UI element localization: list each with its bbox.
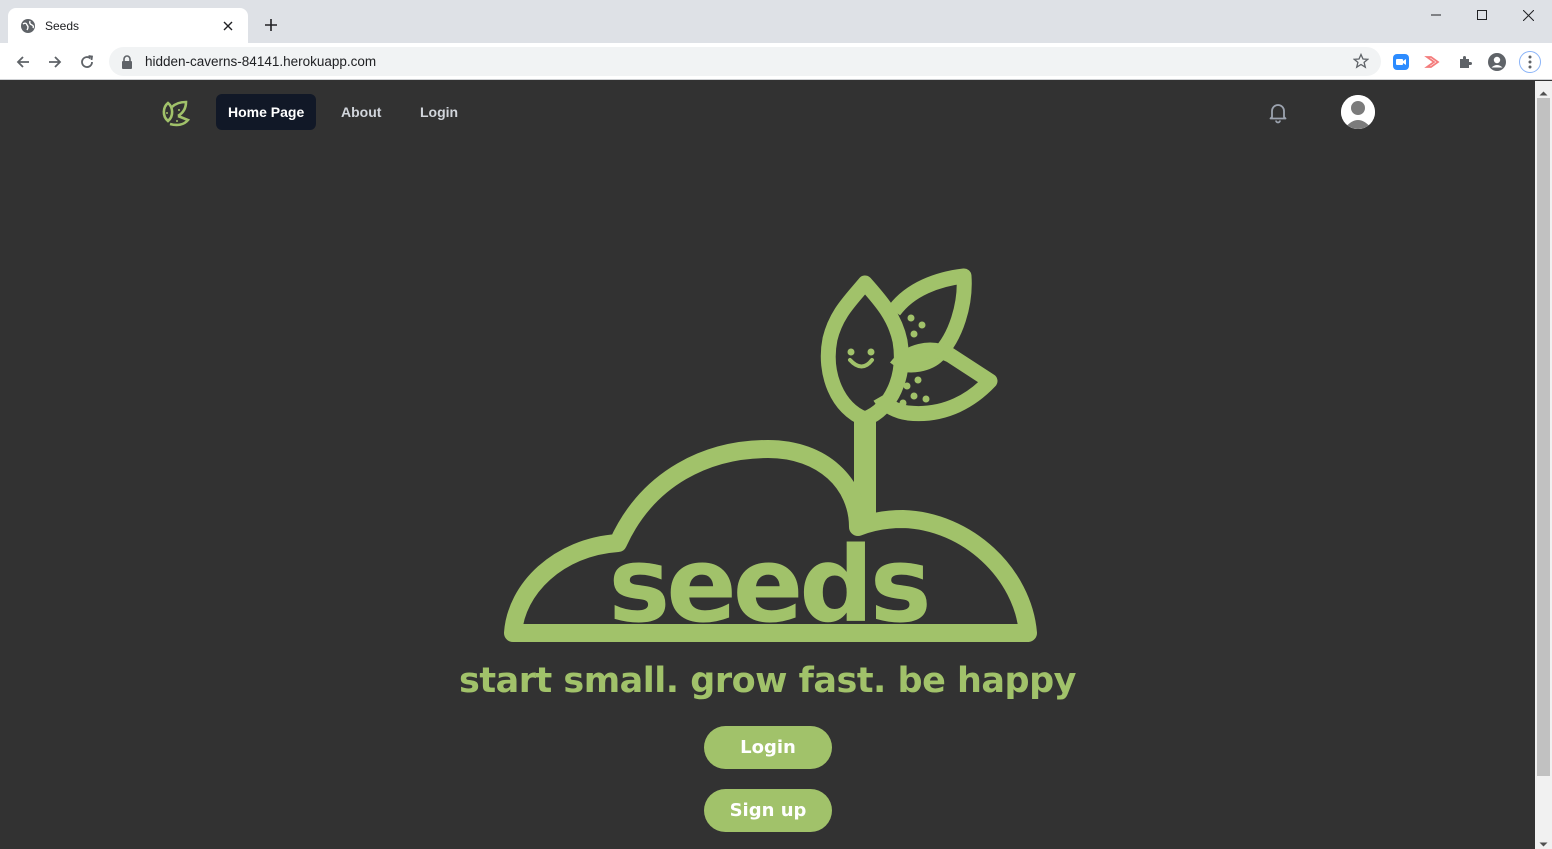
zoom-extension-icon[interactable]	[1391, 52, 1411, 72]
page-scrollbar[interactable]	[1535, 81, 1552, 849]
seeds-logo-icon[interactable]	[158, 96, 192, 130]
back-arrow-icon[interactable]	[10, 49, 36, 75]
forward-arrow-icon[interactable]	[42, 49, 68, 75]
reload-icon[interactable]	[74, 49, 100, 75]
browser-tabstrip: Seeds	[0, 0, 1552, 43]
scrollbar-thumb[interactable]	[1537, 98, 1550, 776]
cast-extension-icon[interactable]	[1423, 52, 1443, 72]
login-button[interactable]: Login	[704, 726, 832, 769]
nav-login[interactable]: Login	[408, 94, 470, 130]
profile-icon[interactable]	[1487, 52, 1507, 72]
avatar[interactable]	[1341, 95, 1375, 129]
tagline: start small. grow fast. be happy	[459, 661, 1076, 701]
window-close-icon[interactable]	[1505, 0, 1551, 30]
minimize-icon[interactable]	[1413, 0, 1459, 30]
address-bar[interactable]: hidden-caverns-84141.herokuapp.com	[109, 47, 1381, 76]
nav-home-page[interactable]: Home Page	[216, 94, 317, 130]
maximize-icon[interactable]	[1459, 0, 1505, 30]
nav-about[interactable]: About	[329, 94, 393, 130]
menu-kebab-icon[interactable]	[1519, 51, 1541, 73]
scroll-down-icon[interactable]	[1539, 836, 1548, 847]
bookmark-star-icon[interactable]	[1352, 52, 1370, 69]
bell-icon[interactable]	[1266, 100, 1290, 124]
signup-button[interactable]: Sign up	[704, 789, 832, 832]
url-text: hidden-caverns-84141.herokuapp.com	[145, 54, 377, 69]
close-icon[interactable]	[220, 18, 236, 34]
browser-tab[interactable]: Seeds	[8, 8, 248, 43]
puzzle-extensions-icon[interactable]	[1455, 52, 1475, 72]
lock-icon	[121, 54, 135, 69]
page-content: Home Page About Login seeds start small.…	[0, 81, 1535, 849]
globe-icon	[20, 18, 36, 34]
scroll-up-icon[interactable]	[1539, 85, 1548, 96]
new-tab-button[interactable]	[261, 15, 281, 35]
browser-toolbar: hidden-caverns-84141.herokuapp.com	[0, 43, 1552, 80]
seeds-hero-logo: seeds	[498, 259, 1038, 649]
tab-title: Seeds	[45, 18, 80, 33]
hero-logo-text: seeds	[608, 524, 927, 646]
